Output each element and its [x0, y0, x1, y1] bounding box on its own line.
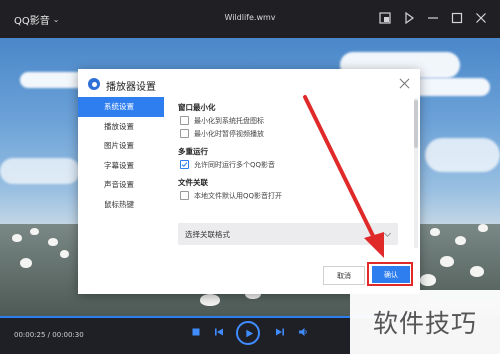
cancel-button[interactable]: 取消 — [323, 266, 365, 285]
maximize-icon[interactable] — [450, 11, 464, 25]
scrollbar[interactable] — [414, 98, 418, 248]
sidebar-item-hotkeys[interactable]: 鼠标热键 — [78, 195, 164, 215]
chevron-down-icon[interactable] — [380, 227, 394, 241]
next-icon[interactable] — [275, 327, 285, 337]
sidebar-item-system[interactable]: 系统设置 — [78, 97, 164, 117]
section-title-assoc: 文件关联 — [178, 178, 208, 187]
sidebar-item-audio[interactable]: 声音设置 — [78, 175, 164, 195]
check-icon — [181, 162, 188, 168]
option-label: 最小化到系统托盘图标 — [194, 116, 264, 125]
settings-content: 窗口最小化 最小化到系统托盘图标 最小化时暂停视频播放 多重运行 允许同时运行多… — [178, 101, 400, 202]
sidebar-item-image[interactable]: 图片设置 — [78, 136, 164, 156]
section-title-multi: 多重运行 — [178, 147, 208, 156]
app-logo-icon — [88, 78, 100, 90]
option-minimize-tray[interactable]: 最小化到系统托盘图标 — [178, 114, 400, 127]
close-icon[interactable] — [397, 76, 411, 90]
minimize-icon[interactable] — [426, 11, 440, 25]
settings-sidebar: 系统设置 播放设置 图片设置 字幕设置 声音设置 鼠标热键 — [78, 97, 164, 214]
dialog-header: 播放器设置 — [78, 69, 420, 99]
assoc-format-dropdown[interactable]: 选择关联格式 — [178, 223, 398, 245]
stop-icon[interactable] — [191, 327, 201, 337]
option-label: 最小化时暂停视频播放 — [194, 129, 264, 138]
title-bar: QQ影音 ⌄ Wildlife.wmv — [0, 0, 500, 38]
dialog-title: 播放器设置 — [106, 82, 156, 93]
checkbox[interactable] — [180, 129, 189, 138]
option-label: 允许同时运行多个QQ影音 — [194, 160, 276, 169]
option-minimize-pause[interactable]: 最小化时暂停视频播放 — [178, 127, 400, 140]
watermark: 软件技巧 — [350, 290, 500, 354]
ok-highlight-box — [367, 262, 413, 286]
option-default-open[interactable]: 本地文件默认用QQ影音打开 — [178, 189, 400, 202]
time-display: 00:00:25 / 00:00:30 — [14, 331, 84, 339]
section-title-minimize: 窗口最小化 — [178, 103, 216, 112]
scrollbar-thumb[interactable] — [414, 100, 418, 148]
sidebar-item-subtitle[interactable]: 字幕设置 — [78, 156, 164, 176]
sidebar-item-playback[interactable]: 播放设置 — [78, 117, 164, 137]
checkbox[interactable] — [180, 191, 189, 200]
option-multi-instance[interactable]: 允许同时运行多个QQ影音 — [178, 158, 400, 171]
prev-icon[interactable] — [214, 327, 224, 337]
option-label: 本地文件默认用QQ影音打开 — [194, 191, 283, 200]
play-button[interactable] — [236, 321, 260, 345]
play-icon — [245, 329, 253, 337]
settings-dialog: 播放器设置 系统设置 播放设置 图片设置 字幕设置 声音设置 鼠标热键 窗口最小… — [78, 69, 420, 294]
close-icon[interactable] — [474, 11, 488, 25]
pin-icon[interactable] — [402, 11, 416, 25]
miniplayer-icon[interactable] — [378, 11, 392, 25]
volume-icon[interactable] — [298, 327, 308, 337]
checkbox-checked[interactable] — [180, 160, 189, 169]
checkbox[interactable] — [180, 116, 189, 125]
watermark-text: 软件技巧 — [372, 309, 477, 338]
player-window: QQ影音 ⌄ Wildlife.wmv 播放器设置 系统设置 播放设置 图片设置… — [0, 0, 500, 354]
